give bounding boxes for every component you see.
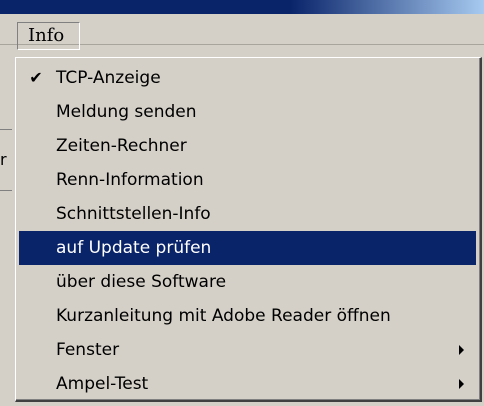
menu-info[interactable]: Info <box>17 22 80 50</box>
menu-item-label: über diese Software <box>56 272 227 292</box>
menu-bar: Info <box>0 14 484 50</box>
menu-item-label: Kurzanleitung mit Adobe Reader öffnen <box>56 306 391 326</box>
menu-item-label: TCP-Anzeige <box>56 68 161 88</box>
checkmark-icon: ✔ <box>29 68 43 87</box>
menu-item-kurzanleitung[interactable]: Kurzanleitung mit Adobe Reader öffnen <box>19 299 476 333</box>
menu-item-auf-update-pruefen[interactable]: auf Update prüfen <box>19 231 476 265</box>
menu-item-label: Schnittstellen-Info <box>56 204 211 224</box>
background-divider <box>0 190 12 191</box>
background-text: r <box>0 150 7 169</box>
menu-item-ueber-diese-software[interactable]: über diese Software <box>19 265 476 299</box>
menu-item-tcp-anzeige[interactable]: ✔ TCP-Anzeige <box>19 61 476 95</box>
info-dropdown-menu: ✔ TCP-Anzeige Meldung senden Zeiten-Rech… <box>15 57 482 402</box>
submenu-arrow-icon <box>459 379 464 389</box>
menu-item-label: Meldung senden <box>56 102 197 122</box>
menu-item-label: Renn-Information <box>56 170 204 190</box>
background-window: r <box>0 45 12 406</box>
menu-item-label: Ampel-Test <box>56 374 149 394</box>
menu-item-label: Zeiten-Rechner <box>56 136 187 156</box>
menu-item-meldung-senden[interactable]: Meldung senden <box>19 95 476 129</box>
menu-item-renn-information[interactable]: Renn-Information <box>19 163 476 197</box>
menu-item-ampel-test[interactable]: Ampel-Test <box>19 367 476 401</box>
background-divider <box>0 129 12 130</box>
submenu-arrow-icon <box>459 345 464 355</box>
menu-item-label: Fenster <box>56 340 120 360</box>
menu-item-schnittstellen-info[interactable]: Schnittstellen-Info <box>19 197 476 231</box>
menu-item-label: auf Update prüfen <box>56 238 212 258</box>
window-titlebar <box>0 0 484 14</box>
menu-item-fenster[interactable]: Fenster <box>19 333 476 367</box>
menu-item-zeiten-rechner[interactable]: Zeiten-Rechner <box>19 129 476 163</box>
